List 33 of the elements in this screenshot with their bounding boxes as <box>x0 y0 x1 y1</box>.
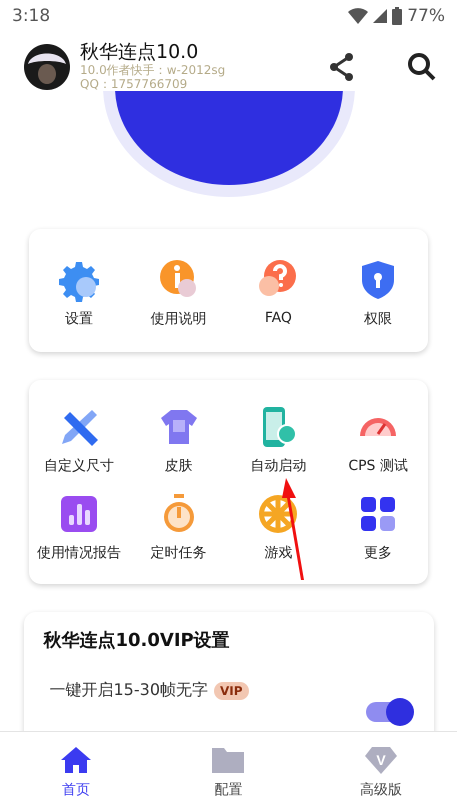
action-label[interactable]: 权限 <box>364 310 392 328</box>
tool-label[interactable]: 自定义尺寸 <box>44 457 114 476</box>
action-label[interactable]: FAQ <box>264 310 292 326</box>
tool-label[interactable]: 更多 <box>364 544 392 562</box>
nav-tab[interactable]: 首页 <box>0 732 152 812</box>
tool-label[interactable]: 自动启动 <box>250 457 306 476</box>
action-label[interactable]: 使用说明 <box>150 310 207 328</box>
signal-icon <box>373 9 388 23</box>
tool-label[interactable]: 定时任务 <box>150 544 207 562</box>
home-icon <box>59 745 94 775</box>
status-time: 3:18 <box>12 6 50 26</box>
author-info: 10.0作者快手：w-2012sg <box>80 64 226 78</box>
folder-icon <box>211 745 246 775</box>
action-label[interactable]: 设置 <box>64 310 93 328</box>
wifi-icon <box>348 8 368 24</box>
battery-percent: 77% <box>407 6 445 26</box>
search-icon[interactable] <box>407 52 437 82</box>
gauge-icon <box>359 417 398 438</box>
qq-info: QQ：1757766709 <box>80 78 188 92</box>
tool-label[interactable]: 使用情况报告 <box>36 544 121 562</box>
app-title: 秋华连点10.0 <box>80 42 200 64</box>
tool-label[interactable]: CPS 测试 <box>348 457 408 476</box>
nav-tab[interactable]: 配置 <box>152 732 305 812</box>
vip-tag: VIP <box>214 682 249 700</box>
tool-label[interactable]: 游戏 <box>264 544 292 562</box>
tool-label[interactable]: 皮肤 <box>164 457 193 476</box>
nav-tab[interactable]: V 高级版 <box>304 732 457 812</box>
avatar[interactable] <box>24 44 70 90</box>
vip-settings-title: 秋华连点10.0VIP设置 <box>44 630 230 652</box>
diamond-icon: V <box>364 745 398 775</box>
battery-icon <box>392 7 402 25</box>
toggle-switch[interactable] <box>366 698 414 726</box>
setting-label: 一键开启15-30帧无字 <box>50 680 208 702</box>
